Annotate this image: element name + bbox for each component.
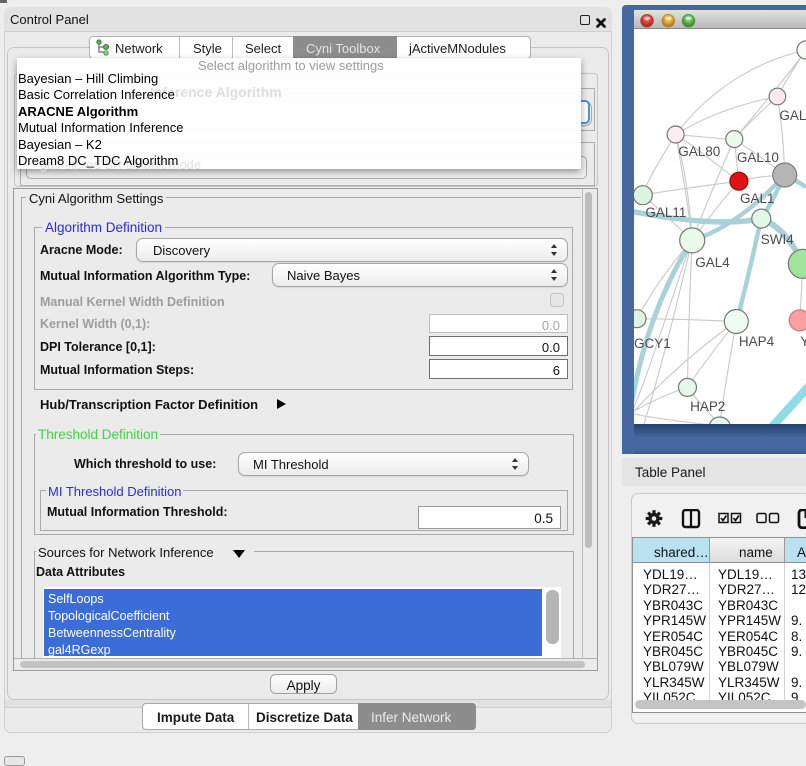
svg-text:GAL11: GAL11 <box>645 205 686 220</box>
svg-text:HAP4: HAP4 <box>739 334 775 349</box>
svg-text:GAL7: GAL7 <box>779 108 806 123</box>
svg-text:SWI4: SWI4 <box>761 232 794 247</box>
svg-text:GAL10: GAL10 <box>737 150 779 165</box>
svg-text:Y: Y <box>800 334 806 349</box>
svg-text:GAL4: GAL4 <box>695 255 730 270</box>
svg-text:GCY1: GCY1 <box>634 336 671 351</box>
svg-text:GAL1: GAL1 <box>740 191 775 206</box>
svg-text:HAP2: HAP2 <box>690 399 725 414</box>
svg-text:GAL80: GAL80 <box>678 144 720 159</box>
